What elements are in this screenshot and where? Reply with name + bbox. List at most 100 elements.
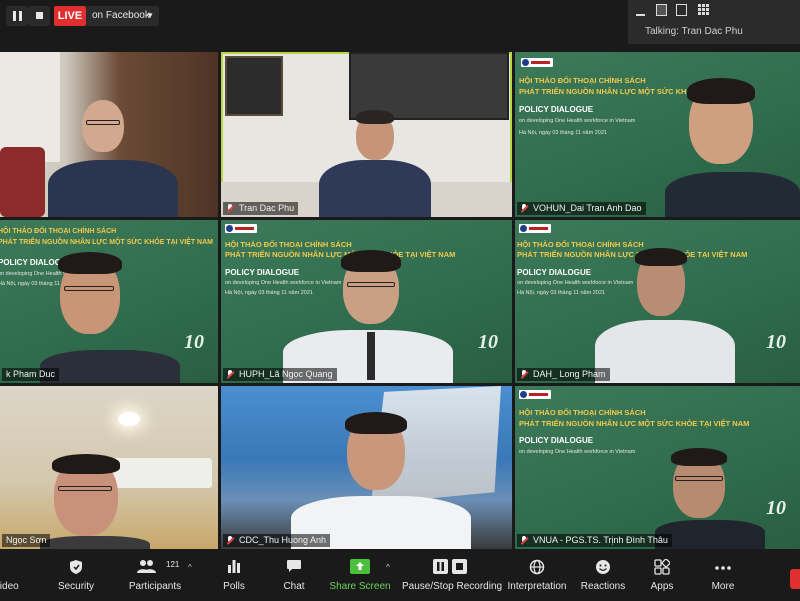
globe-icon <box>504 559 570 577</box>
participant-nameplate: Tran Dac Phu <box>223 202 299 215</box>
smiley-icon <box>580 559 626 577</box>
ceiling-light <box>118 412 140 426</box>
participant-nameplate: HUPH_Lã Ngọc Quang <box>223 368 337 381</box>
video-tile[interactable]: Ngọc Sơn <box>0 386 218 549</box>
caret-up-icon[interactable]: ^ <box>386 563 390 572</box>
gallery-view-icon[interactable] <box>698 4 710 16</box>
shield-icon <box>54 559 98 577</box>
minimize-icon[interactable] <box>636 4 645 16</box>
speaker-panel: Talking: Tran Dac Phu <box>628 0 800 44</box>
mic-muted-icon <box>521 370 528 379</box>
pause-stream-button[interactable] <box>6 6 28 26</box>
participant-name: k Pham Duc <box>6 369 56 379</box>
stop-stream-button[interactable] <box>28 6 50 26</box>
speaker-view-icon[interactable] <box>676 4 687 16</box>
live-badge[interactable]: LIVE <box>54 6 86 26</box>
video-tile[interactable]: HỘI THẢO ĐỐI THOẠI CHÍNH SÁCH PHÁT TRIỂN… <box>0 220 218 383</box>
video-tile[interactable]: HỘI THẢO ĐỐI THOẠI CHÍNH SÁCH PHÁT TRIỂN… <box>515 386 800 549</box>
red-chair <box>0 147 45 217</box>
reactions-button[interactable]: Reactions <box>580 559 626 599</box>
more-button[interactable]: More <box>706 559 740 599</box>
video-button[interactable]: Video <box>0 559 26 599</box>
mic-muted-icon <box>227 370 234 379</box>
participant-video <box>40 250 180 383</box>
wall-painting-left <box>225 56 283 116</box>
participant-name: CDC_Thu Huong Anh <box>239 535 327 545</box>
slide-policy-dialogue: POLICY DIALOGUE <box>517 268 592 277</box>
participant-name: Tran Dac Phu <box>239 203 295 213</box>
mic-muted-icon <box>521 536 528 545</box>
video-tile-active-speaker[interactable]: Tran Dac Phu <box>221 52 512 217</box>
participant-name: HUPH_Lã Ngọc Quang <box>239 369 333 379</box>
mic-muted-icon <box>227 204 234 213</box>
apps-icon <box>646 558 678 577</box>
chat-button[interactable]: Chat <box>278 559 310 599</box>
event-logo: 10 <box>478 331 498 353</box>
video-tile[interactable]: CDC_Thu Huong Anh <box>221 386 512 549</box>
pause-stop-recording-button[interactable]: Pause/Stop Recording <box>402 559 503 599</box>
video-label: Video <box>0 581 19 592</box>
slide-policy-dialogue: POLICY DIALOGUE <box>519 105 594 114</box>
video-tile[interactable] <box>0 52 218 217</box>
slide-subtitle: on developing One Health workforce in Vi… <box>519 449 636 455</box>
interpretation-label: Interpretation <box>507 581 567 592</box>
participant-nameplate: VNUA - PGS.TS. Trịnh Đình Thâu <box>517 534 672 547</box>
video-tile[interactable]: HỘI THẢO ĐỐI THOẠI CHÍNH SÁCH PHÁT TRIỂN… <box>221 220 512 383</box>
participant-video <box>48 100 188 217</box>
slide-title-line1: HỘI THẢO ĐỐI THOẠI CHÍNH SÁCH <box>517 240 644 249</box>
top-bar: LIVE on Facebook ▼ Talking: Tran Dac Phu <box>0 0 800 50</box>
participants-label: Participants <box>128 581 182 592</box>
caret-up-icon[interactable]: ^ <box>188 563 192 572</box>
share-screen-button[interactable]: Share Screen ^ <box>328 559 392 599</box>
live-destination-dropdown[interactable]: on Facebook ▼ <box>86 6 159 26</box>
thumbnail-view-icon[interactable] <box>656 4 667 16</box>
video-tile[interactable]: HỘI THẢO ĐỐI THOẠI CHÍNH SÁCH PHÁT TRIỂN… <box>515 52 800 217</box>
slide-title-line1: HỘI THẢO ĐỐI THOẠI CHÍNH SÁCH <box>225 240 352 249</box>
mic-muted-icon <box>521 204 528 213</box>
pause-stop-recording-label: Pause/Stop Recording <box>402 581 503 592</box>
participant-name: VOHUN_Dai Tran Anh Dao <box>533 203 642 213</box>
event-logo: 10 <box>184 331 204 353</box>
polls-label: Polls <box>223 581 245 592</box>
more-icon <box>706 559 740 577</box>
event-logo: 10 <box>766 331 786 353</box>
chat-icon <box>278 559 310 577</box>
participant-nameplate: VOHUN_Dai Tran Anh Dao <box>517 202 646 215</box>
participant-name: VNUA - PGS.TS. Trịnh Đình Thâu <box>533 535 668 545</box>
slide-date: Hà Nội, ngày 03 tháng 11 năm 2021 <box>519 130 607 136</box>
participant-video <box>281 412 481 549</box>
usaid-logo <box>521 58 553 67</box>
participant-name: Ngọc Sơn <box>6 535 47 545</box>
talking-label: Talking: Tran Dac Phu <box>645 26 743 37</box>
participants-button[interactable]: 121 Participants ^ <box>124 559 192 599</box>
slide-subtitle: on developing One Health workforce in Vi… <box>519 118 636 124</box>
participants-icon: 121 <box>124 559 186 577</box>
chat-label: Chat <box>283 581 305 592</box>
video-tile[interactable]: HỘI THẢO ĐỐI THOẠI CHÍNH SÁCH PHÁT TRIỂN… <box>515 220 800 383</box>
participant-nameplate: k Pham Duc <box>2 368 60 381</box>
apps-label: Apps <box>650 581 674 592</box>
participant-nameplate: DAH_ Long Pham <box>517 368 610 381</box>
participant-video <box>655 448 775 549</box>
meeting-toolbar: Video Security 121 Participants ^ Polls … <box>0 551 800 601</box>
apps-button[interactable]: Apps <box>646 558 678 599</box>
live-destination-label: on Facebook <box>92 10 150 21</box>
video-icon <box>0 559 26 577</box>
participant-name: DAH_ Long Pham <box>533 369 606 379</box>
end-meeting-button[interactable] <box>790 569 800 589</box>
usaid-logo <box>225 224 257 233</box>
security-button[interactable]: Security <box>54 559 98 599</box>
participant-video <box>655 72 800 217</box>
polls-button[interactable]: Polls <box>218 559 250 599</box>
usaid-logo <box>519 390 551 399</box>
slide-title-line2: PHÁT TRIỂN NGUỒN NHÂN LỰC MỘT SỨC KHỎE T… <box>519 419 750 428</box>
participant-nameplate: CDC_Thu Huong Anh <box>223 534 331 547</box>
slide-title-line2: PHÁT TRIỂN NGUỒN NHÂN LỰC MỘT SỨC KHỎE T… <box>0 239 214 246</box>
slide-date: Hà Nội, ngày 03 tháng 11 năm 2021 <box>517 290 605 296</box>
reactions-label: Reactions <box>580 581 626 592</box>
participant-nameplate: Ngọc Sơn <box>2 534 51 547</box>
slide-title-line1: HỘI THẢO ĐỐI THOẠI CHÍNH SÁCH <box>519 408 646 417</box>
slide-title-line1: HỘI THẢO ĐỐI THOẠI CHÍNH SÁCH <box>0 228 117 235</box>
interpretation-button[interactable]: Interpretation <box>504 559 570 599</box>
stop-icon <box>36 12 43 19</box>
